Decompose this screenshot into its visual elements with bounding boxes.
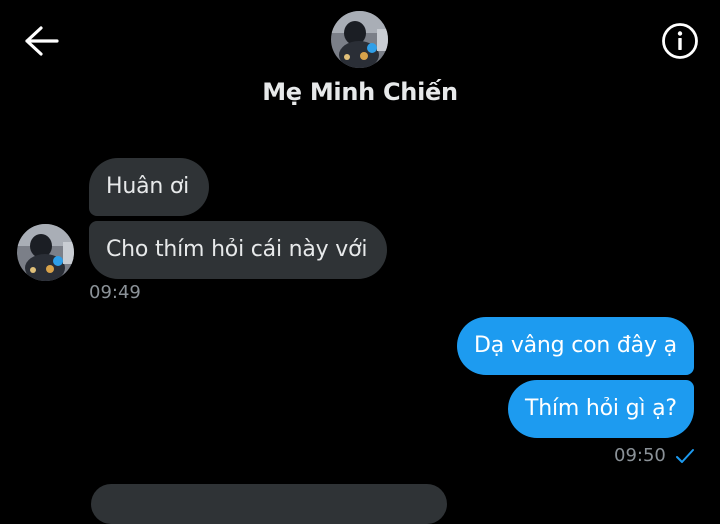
avatar-photo (17, 224, 74, 281)
back-button[interactable] (22, 24, 60, 58)
checkmark-icon (676, 449, 694, 463)
contact-avatar[interactable] (331, 11, 388, 68)
avatar-photo (331, 11, 388, 68)
outgoing-message-bubble[interactable]: Dạ vâng con đây ạ (457, 317, 694, 375)
message-text: Cho thím hỏi cái này với (106, 237, 368, 262)
message-text: Huân ơi (106, 174, 190, 199)
outgoing-message-bubble[interactable]: Thím hỏi gì ạ? (508, 380, 694, 438)
outgoing-timestamp: 09:50 (614, 445, 666, 466)
read-status (675, 447, 695, 465)
conversation-title: Mẹ Minh Chiến (262, 78, 458, 106)
incoming-message-bubble[interactable]: Cho thím hỏi cái này với (89, 221, 387, 279)
info-button[interactable] (660, 21, 700, 61)
message-text: Dạ vâng con đây ạ (474, 333, 677, 358)
incoming-message-bubble[interactable]: Huân ơi (89, 158, 209, 216)
sender-avatar[interactable] (17, 224, 74, 281)
message-text: Thím hỏi gì ạ? (525, 396, 677, 421)
incoming-message-bubble-partial[interactable] (91, 484, 447, 524)
incoming-timestamp: 09:49 (89, 282, 141, 303)
info-circle-icon (662, 23, 698, 59)
arrow-left-icon (25, 26, 59, 56)
